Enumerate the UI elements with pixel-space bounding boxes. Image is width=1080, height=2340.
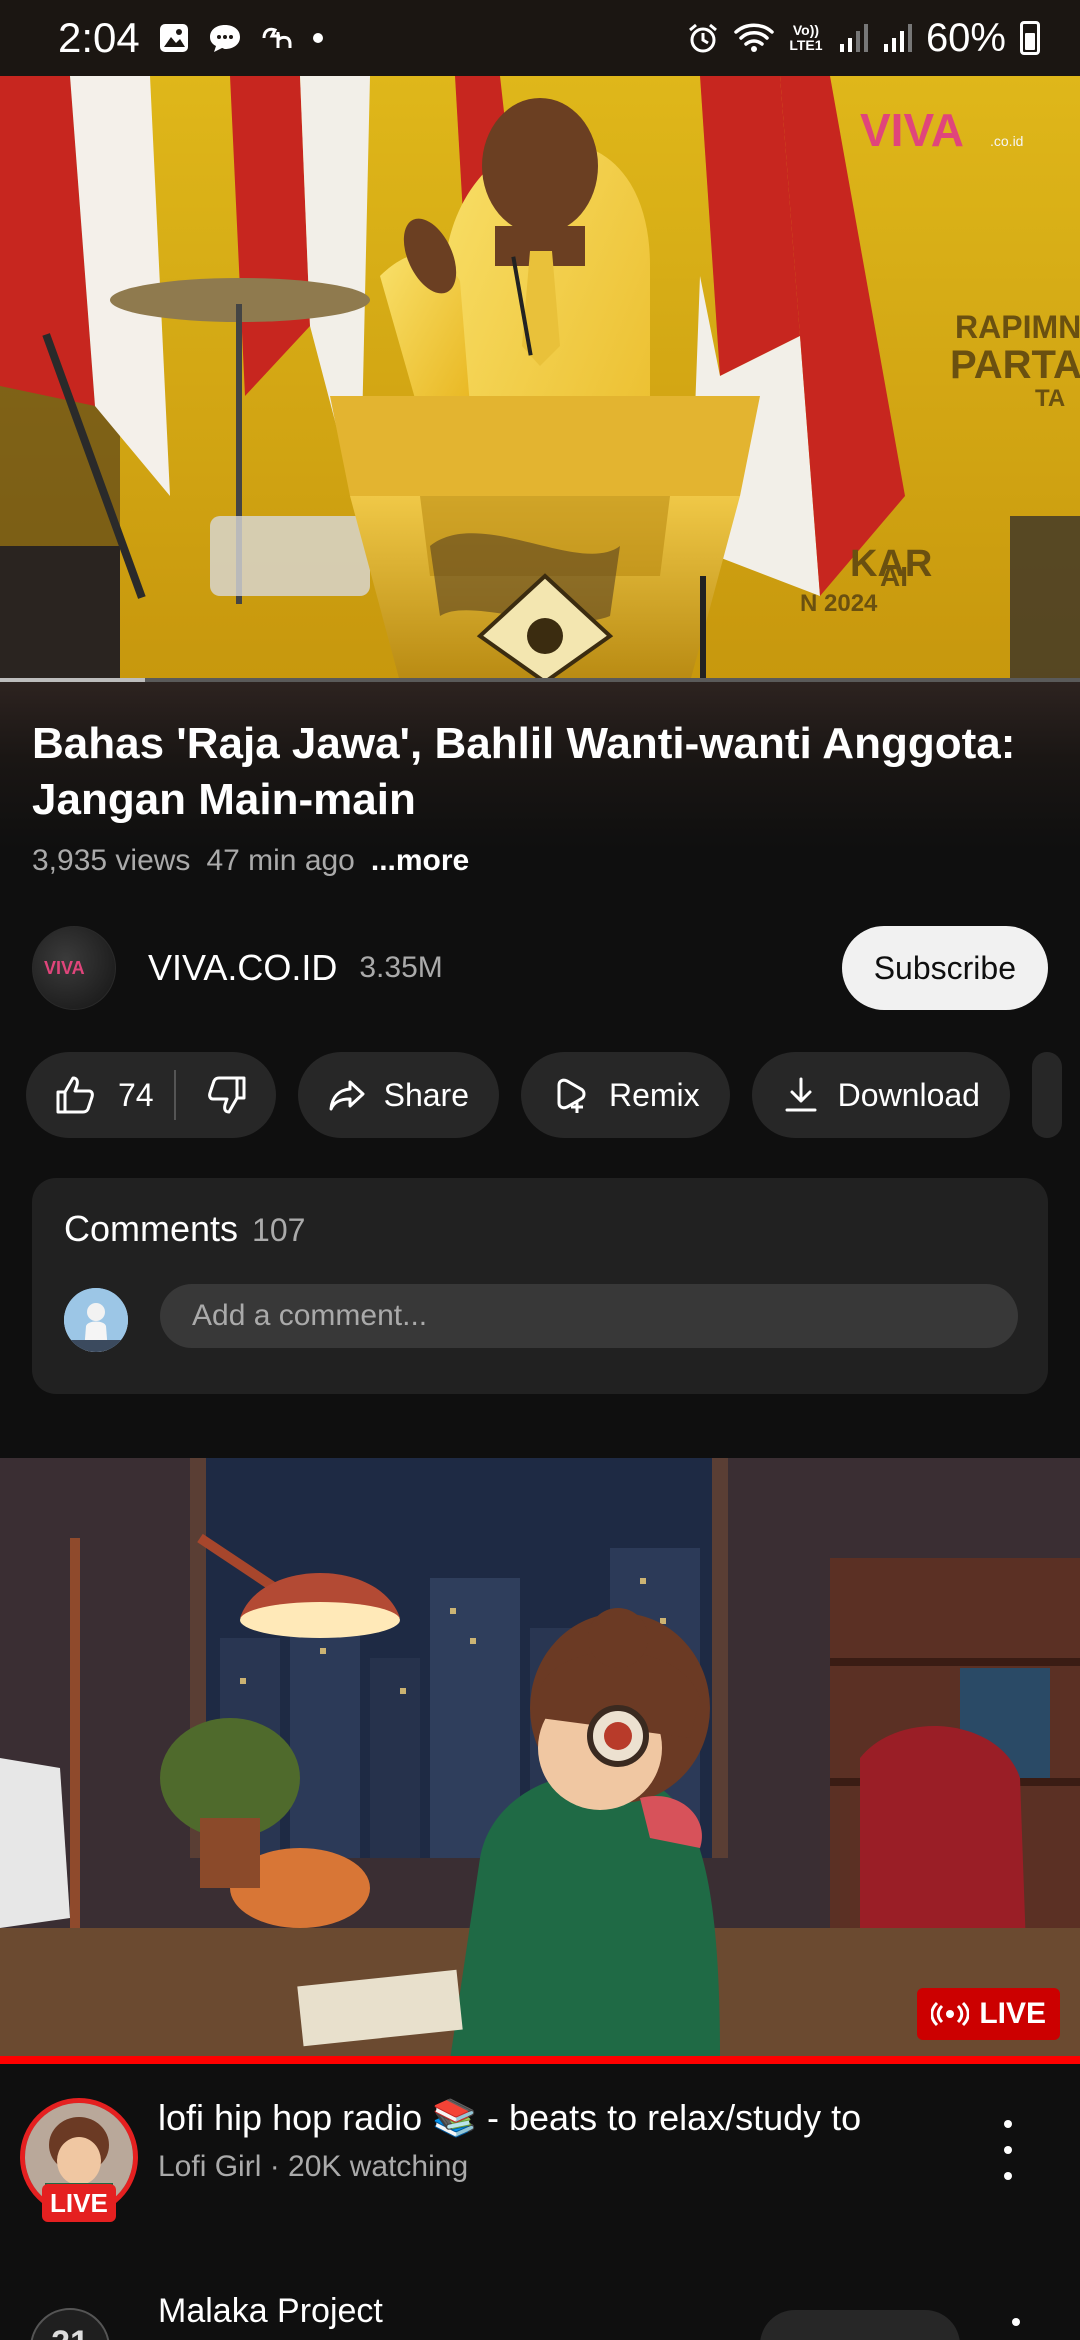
next-video-channel: Lofi Girl [158,2150,262,2183]
app-notification-icon [260,24,294,52]
live-badge: LIVE [917,1988,1060,2040]
video-meta[interactable]: 3,935 views 47 min ago ...more [32,844,469,878]
comments-count: 107 [252,1212,306,1248]
live-badge-label: LIVE [979,1997,1046,2030]
add-comment-input[interactable]: Add a comment... [160,1284,1018,1348]
more-actions-button[interactable] [1031,1052,1062,1138]
battery-icon [1020,21,1040,55]
network-label: Vo)) LTE1 [788,23,824,53]
comments-label: Comments [64,1208,239,1249]
status-time: 2:04 [58,14,140,61]
more-options-icon[interactable] [996,2120,1020,2180]
chat-icon [208,22,242,54]
battery-percent: 60% [925,15,1006,60]
status-bar: 2:04 Vo)) LTE1 60% [0,0,1080,76]
status-left: 2:04 [58,14,324,62]
subscriber-count: 3.35M [359,951,443,984]
share-button[interactable]: Share [297,1052,499,1138]
user-avatar-image [64,1288,128,1352]
like-count: 74 [118,1076,154,1113]
share-icon [329,1080,365,1111]
backdrop-text-5: KAR [850,543,932,585]
thumbs-up-icon [56,1076,94,1114]
wifi-icon [734,22,774,54]
backdrop-text-2: PARTA [950,343,1080,387]
next-video-item[interactable]: LIVE lofi hip hop radio 📚 - beats to rel… [0,2070,1080,2230]
more-link[interactable]: ...more [371,844,469,878]
video-title[interactable]: Bahas 'Raja Jawa', Bahlil Wanti-wanti An… [32,716,1042,828]
subscribe-button[interactable]: Subscribe [841,926,1048,1010]
like-button[interactable]: 74 [54,1074,174,1116]
comments-card[interactable]: Comments 107 Add a comment... [32,1178,1048,1394]
channel-name[interactable]: VIVA.CO.ID [148,947,337,989]
network-label-text: Vo)) LTE1 [789,22,823,53]
live-avatar-tag: LIVE [42,2184,116,2222]
live-progress-bar [0,2056,1080,2064]
status-right: Vo)) LTE1 60% [686,16,1040,61]
download-label: Download [837,1076,980,1113]
subtitle-separator: · [269,2150,289,2183]
viva-logo-icon: VIVA [44,958,85,978]
gallery-icon [158,22,190,54]
next-video-title[interactable]: lofi hip hop radio 📚 - beats to relax/st… [158,2096,958,2140]
remix-icon [557,1078,586,1113]
comments-header: Comments 107 [64,1208,305,1250]
next-video-thumbnail[interactable]: LIVE [0,1458,1080,2060]
next-video-stats: 20K watching [288,2150,469,2183]
malaka-channel-avatar[interactable]: 21 [30,2308,110,2340]
action-bar: 74 Share Remix Download [26,1052,1080,1138]
channel-avatar-text: VIVA [44,958,85,978]
download-button[interactable]: Download [751,1052,1010,1138]
signal-icon-2 [882,22,912,54]
more-options-icon-2[interactable] [1012,2318,1020,2326]
video-info: Bahas 'Raja Jawa', Bahlil Wanti-wanti An… [0,682,1080,1442]
viva-watermark: VIVA [860,104,964,156]
download-icon [785,1077,817,1112]
alarm-icon [686,21,720,55]
next-video-item-2[interactable]: 21 Malaka Project [0,2290,1080,2340]
next-video-subtitle: Lofi Girl · 20K watching [158,2150,468,2184]
remix-button[interactable]: Remix [520,1052,730,1138]
dot-icon [312,32,324,44]
backdrop-text-6: N 2024 [800,590,878,617]
like-dislike-group: 74 [26,1052,276,1138]
next-video-title-2[interactable]: Malaka Project [158,2292,383,2331]
view-count: 3,935 views [32,844,191,877]
video-player[interactable]: RAPIMNA PARTA TA AI KAR N 2024 VIVA .co.… [0,76,1080,682]
user-avatar [64,1288,128,1352]
remix-label: Remix [608,1076,700,1113]
lofi-thumbnail-image [0,1458,1080,2060]
live-broadcast-icon [931,2001,970,2027]
viva-watermark-suffix: .co.id [990,133,1023,149]
channel-avatar[interactable]: VIVA [32,926,116,1010]
signal-icon-1 [838,22,868,54]
thumbs-down-icon [207,1076,246,1114]
dislike-button[interactable] [176,1074,248,1116]
video-frame: RAPIMNA PARTA TA AI KAR N 2024 VIVA .co.… [0,76,1080,682]
next-video-2-action-button[interactable] [760,2310,960,2340]
backdrop-text-3: TA [1035,385,1065,412]
share-label: Share [383,1076,469,1113]
channel-row[interactable]: VIVA VIVA.CO.ID 3.35M Subscribe [32,926,1048,1010]
upload-age: 47 min ago [206,844,355,877]
backdrop-text-1: RAPIMNA [955,309,1080,345]
